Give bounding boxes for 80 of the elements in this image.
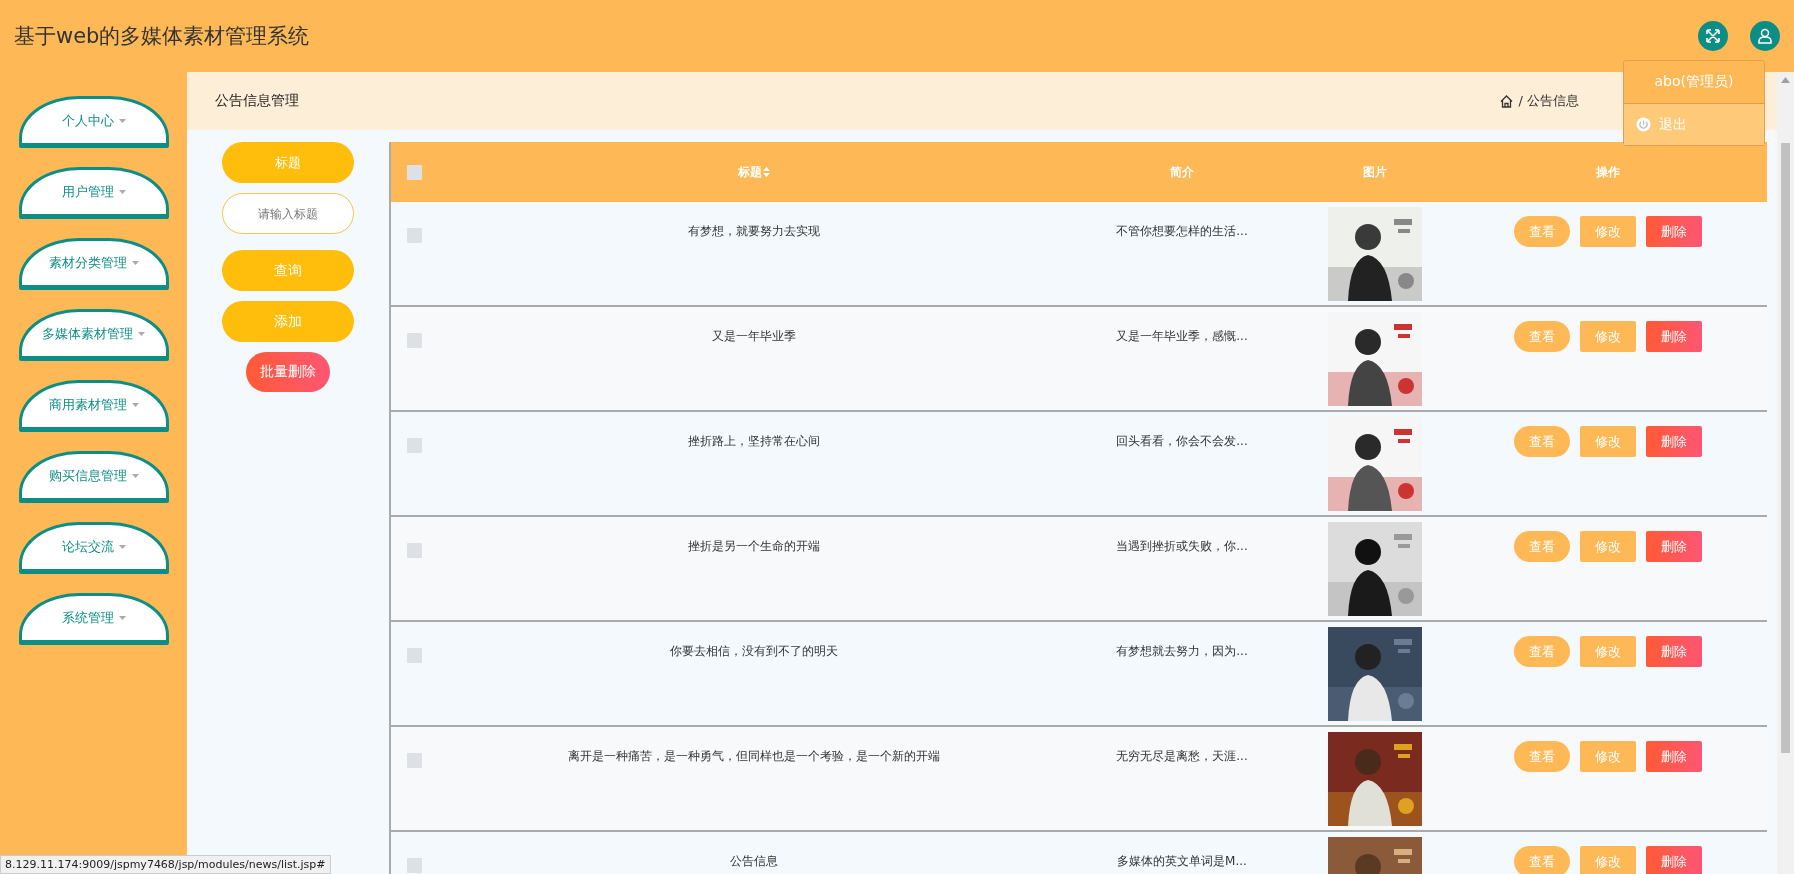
search-button[interactable]: 查询 (222, 250, 354, 291)
delete-button[interactable]: 删除 (1645, 426, 1702, 457)
column-header: 简介 (1170, 163, 1194, 181)
table-cell: 又是一年毕业季，感慨... (1116, 328, 1248, 345)
column-header[interactable]: 标题 (738, 163, 770, 181)
delete-button[interactable]: 删除 (1645, 636, 1702, 667)
edit-button[interactable]: 修改 (1579, 321, 1636, 352)
sidebar-item[interactable]: 系统管理 (18, 593, 169, 645)
checkbox[interactable] (407, 543, 422, 558)
breadcrumb: / 公告信息 (1518, 92, 1579, 110)
view-button[interactable]: 查看 (1513, 216, 1570, 247)
sort-icon[interactable] (763, 167, 770, 177)
table-cell: 当遇到挫折或失败，你... (1116, 538, 1248, 555)
checkbox[interactable] (407, 858, 422, 873)
edit-button[interactable]: 修改 (1579, 636, 1636, 667)
delete-button[interactable]: 删除 (1645, 216, 1702, 247)
sidebar-item[interactable]: 多媒体素材管理 (18, 309, 169, 361)
caret-icon (118, 190, 126, 194)
table-cell: 多媒体的英文单词是M... (1117, 853, 1247, 870)
caret-icon (118, 545, 126, 549)
checkbox[interactable] (407, 438, 422, 453)
table-cell: 回头看看，你会不会发... (1116, 433, 1248, 450)
home-icon[interactable] (1500, 94, 1514, 108)
table-cell: 挫折是另一个生命的开端 (688, 538, 820, 555)
delete-button[interactable]: 删除 (1645, 321, 1702, 352)
table-cell: 你要去相信，没有到不了的明天 (670, 643, 838, 660)
view-button[interactable]: 查看 (1513, 426, 1570, 457)
checkbox[interactable] (407, 228, 422, 243)
delete-button[interactable]: 删除 (1645, 846, 1702, 874)
sidebar-item[interactable]: 素材分类管理 (18, 238, 169, 290)
table-cell: 又是一年毕业季 (712, 328, 796, 345)
sidebar-item[interactable]: 商用素材管理 (18, 380, 169, 432)
status-url: 8.129.11.174:9009/jspmy7468/jsp/modules/news/list.jsp# (0, 855, 331, 874)
view-button[interactable]: 查看 (1513, 846, 1570, 874)
logout-item[interactable]: 退出 (1624, 104, 1764, 145)
view-button[interactable]: 查看 (1513, 531, 1570, 562)
search-field[interactable]: 请输入标题 (222, 193, 354, 234)
edit-button[interactable]: 修改 (1579, 846, 1636, 874)
sidebar-item[interactable]: 购买信息管理 (18, 451, 169, 503)
app-title: 基于web的多媒体素材管理系统 (14, 23, 311, 50)
scroll-up-icon[interactable] (1781, 77, 1790, 83)
page-title: 公告信息管理 (215, 92, 300, 110)
table-cell: 挫折路上，坚持常在心间 (688, 433, 820, 450)
column-header: 图片 (1363, 163, 1387, 181)
caret-icon (131, 403, 139, 407)
search-button[interactable]: 添加 (222, 301, 354, 342)
sidebar-item[interactable]: 用户管理 (18, 167, 169, 219)
view-button[interactable]: 查看 (1513, 741, 1570, 772)
view-button[interactable]: 查看 (1513, 636, 1570, 667)
checkbox[interactable] (407, 333, 422, 348)
sidebar-item[interactable]: 个人中心 (18, 96, 169, 148)
table-cell: 公告信息 (730, 853, 778, 870)
batch-delete-button[interactable]: 批量删除 (246, 352, 330, 392)
delete-button[interactable]: 删除 (1645, 531, 1702, 562)
caret-icon (118, 616, 126, 620)
edit-button[interactable]: 修改 (1579, 216, 1636, 247)
delete-button[interactable]: 删除 (1645, 741, 1702, 772)
table-cell: 有梦想就去努力，因为... (1116, 643, 1248, 660)
edit-button[interactable]: 修改 (1579, 531, 1636, 562)
checkbox[interactable] (407, 164, 422, 180)
user-icon[interactable] (1750, 21, 1780, 51)
scrollbar[interactable] (1777, 72, 1794, 874)
caret-icon (131, 261, 139, 265)
power-icon (1636, 117, 1651, 132)
caret-icon (118, 119, 126, 123)
table-cell: 离开是一种痛苦，是一种勇气，但同样也是一个考验，是一个新的开端 (568, 748, 940, 765)
sidebar-item[interactable]: 论坛交流 (18, 522, 169, 574)
table-cell: 无穷无尽是离愁，天涯... (1116, 748, 1248, 765)
edit-button[interactable]: 修改 (1579, 426, 1636, 457)
view-button[interactable]: 查看 (1513, 321, 1570, 352)
fullscreen-icon[interactable] (1698, 21, 1728, 51)
edit-button[interactable]: 修改 (1579, 741, 1636, 772)
caret-icon (138, 332, 145, 336)
table-cell: 有梦想，就要努力去实现 (688, 223, 820, 240)
field-label: 标题 (222, 142, 354, 183)
table-cell: 不管你想要怎样的生活... (1116, 223, 1248, 240)
checkbox[interactable] (407, 753, 422, 768)
column-header: 操作 (1595, 163, 1620, 181)
caret-icon (131, 474, 139, 478)
checkbox[interactable] (407, 648, 422, 663)
